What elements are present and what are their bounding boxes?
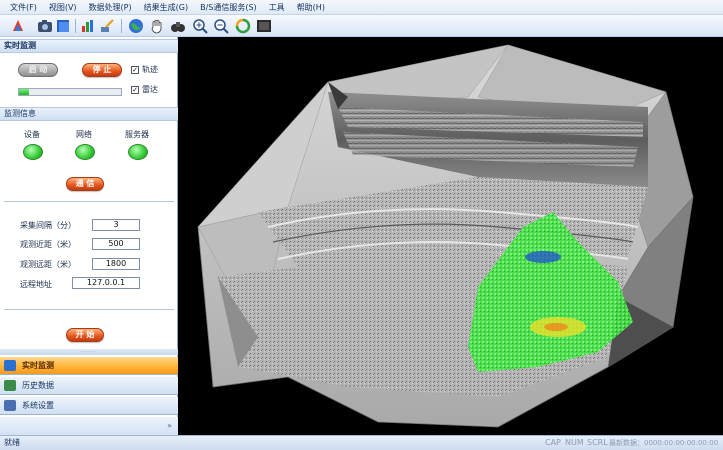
nav-history-label: 历史数据	[22, 381, 54, 390]
nav-history-data[interactable]: 历史数据	[0, 377, 178, 395]
start-button[interactable]: 启 动	[18, 63, 58, 77]
globe-icon[interactable]	[128, 18, 144, 34]
interval-input[interactable]: 3	[92, 219, 140, 231]
scroll-lock-indicator: SCRL	[587, 438, 608, 447]
progress-fill	[19, 89, 30, 95]
communication-button[interactable]: 通 信	[66, 177, 104, 191]
layers-icon[interactable]	[55, 18, 71, 34]
trajectory-checkbox[interactable]: ✓	[131, 66, 139, 74]
refresh-icon[interactable]	[235, 18, 251, 34]
server-label: 服务器	[125, 130, 149, 139]
near-distance-input[interactable]: 500	[92, 238, 140, 250]
trajectory-label: 轨迹	[142, 65, 158, 74]
pan-hand-icon[interactable]	[149, 18, 165, 34]
binoculars-icon[interactable]	[170, 18, 186, 34]
device-label: 设备	[24, 130, 40, 139]
stop-button[interactable]: 停 止	[82, 63, 122, 77]
menu-data-processing[interactable]: 数据处理(P)	[89, 2, 132, 13]
app-icon[interactable]	[10, 18, 26, 34]
interval-label: 采集间隔（分）	[20, 221, 76, 230]
3d-terrain-viewport[interactable]	[178, 37, 723, 435]
toolbar	[0, 15, 723, 37]
device-status-indicator	[23, 144, 43, 160]
left-panel: 实时监测 启 动 停 止 ✓ 轨迹 ✓ 雷达 监测信息 设备 网络 服务器 通 …	[0, 37, 178, 435]
menu-file[interactable]: 文件(F)	[10, 2, 37, 13]
menu-bar: 文件(F) 视图(V) 数据处理(P) 结果生成(G) B/S通信服务(S) 工…	[0, 0, 723, 15]
radar-label: 雷达	[142, 85, 158, 94]
menu-help[interactable]: 帮助(H)	[297, 2, 325, 13]
realtime-panel-title: 实时监测	[0, 39, 178, 53]
begin-button[interactable]: 开 始	[66, 328, 104, 342]
remote-address-input[interactable]: 127.0.0.1	[72, 277, 140, 289]
history-icon	[4, 380, 16, 391]
network-status-indicator	[75, 144, 95, 160]
num-lock-indicator: NUM	[565, 438, 584, 447]
section-divider	[4, 201, 174, 202]
near-distance-label: 观测近距（米）	[20, 240, 76, 249]
menu-result-generation[interactable]: 结果生成(G)	[144, 2, 188, 13]
far-distance-label: 观测远距（米）	[20, 260, 76, 269]
zoom-out-icon[interactable]	[213, 18, 229, 34]
nav-realtime-monitor[interactable]: 实时监测	[0, 357, 178, 375]
nav-settings-label: 系统设置	[22, 401, 54, 410]
nav-realtime-label: 实时监测	[22, 361, 54, 370]
zoom-in-icon[interactable]	[192, 18, 208, 34]
status-bar: 就绪 CAP NUM SCRL 最新数据：0000:00:00:00:00:00	[0, 435, 723, 450]
network-label: 网络	[76, 130, 92, 139]
tools-icon[interactable]	[99, 18, 115, 34]
section-divider-2	[4, 309, 174, 310]
menu-bs-communication[interactable]: B/S通信服务(S)	[200, 2, 257, 13]
menu-view[interactable]: 视图(V)	[49, 2, 77, 13]
progress-bar	[18, 88, 122, 96]
chart-icon[interactable]	[80, 18, 96, 34]
film-icon[interactable]	[256, 18, 272, 34]
caps-lock-indicator: CAP	[545, 438, 561, 447]
far-distance-input[interactable]: 1800	[92, 258, 140, 270]
menu-tools[interactable]: 工具	[269, 2, 285, 13]
nav-system-settings[interactable]: 系统设置	[0, 397, 178, 415]
camera-icon[interactable]	[37, 18, 53, 34]
status-text: 就绪	[4, 438, 20, 447]
terrain-render	[197, 44, 694, 428]
remote-address-label: 远程地址	[20, 280, 52, 289]
radar-checkbox[interactable]: ✓	[131, 86, 139, 94]
panel-splitter-grip[interactable]: ......	[0, 349, 178, 355]
nav-expand-chevron[interactable]: »	[0, 417, 178, 435]
settings-icon	[4, 400, 16, 411]
monitor-icon	[4, 360, 16, 371]
monitor-info-title: 监测信息	[0, 107, 178, 121]
latest-data-indicator: 最新数据：0000:00:00:00:00:00	[609, 439, 719, 447]
server-status-indicator	[128, 144, 148, 160]
